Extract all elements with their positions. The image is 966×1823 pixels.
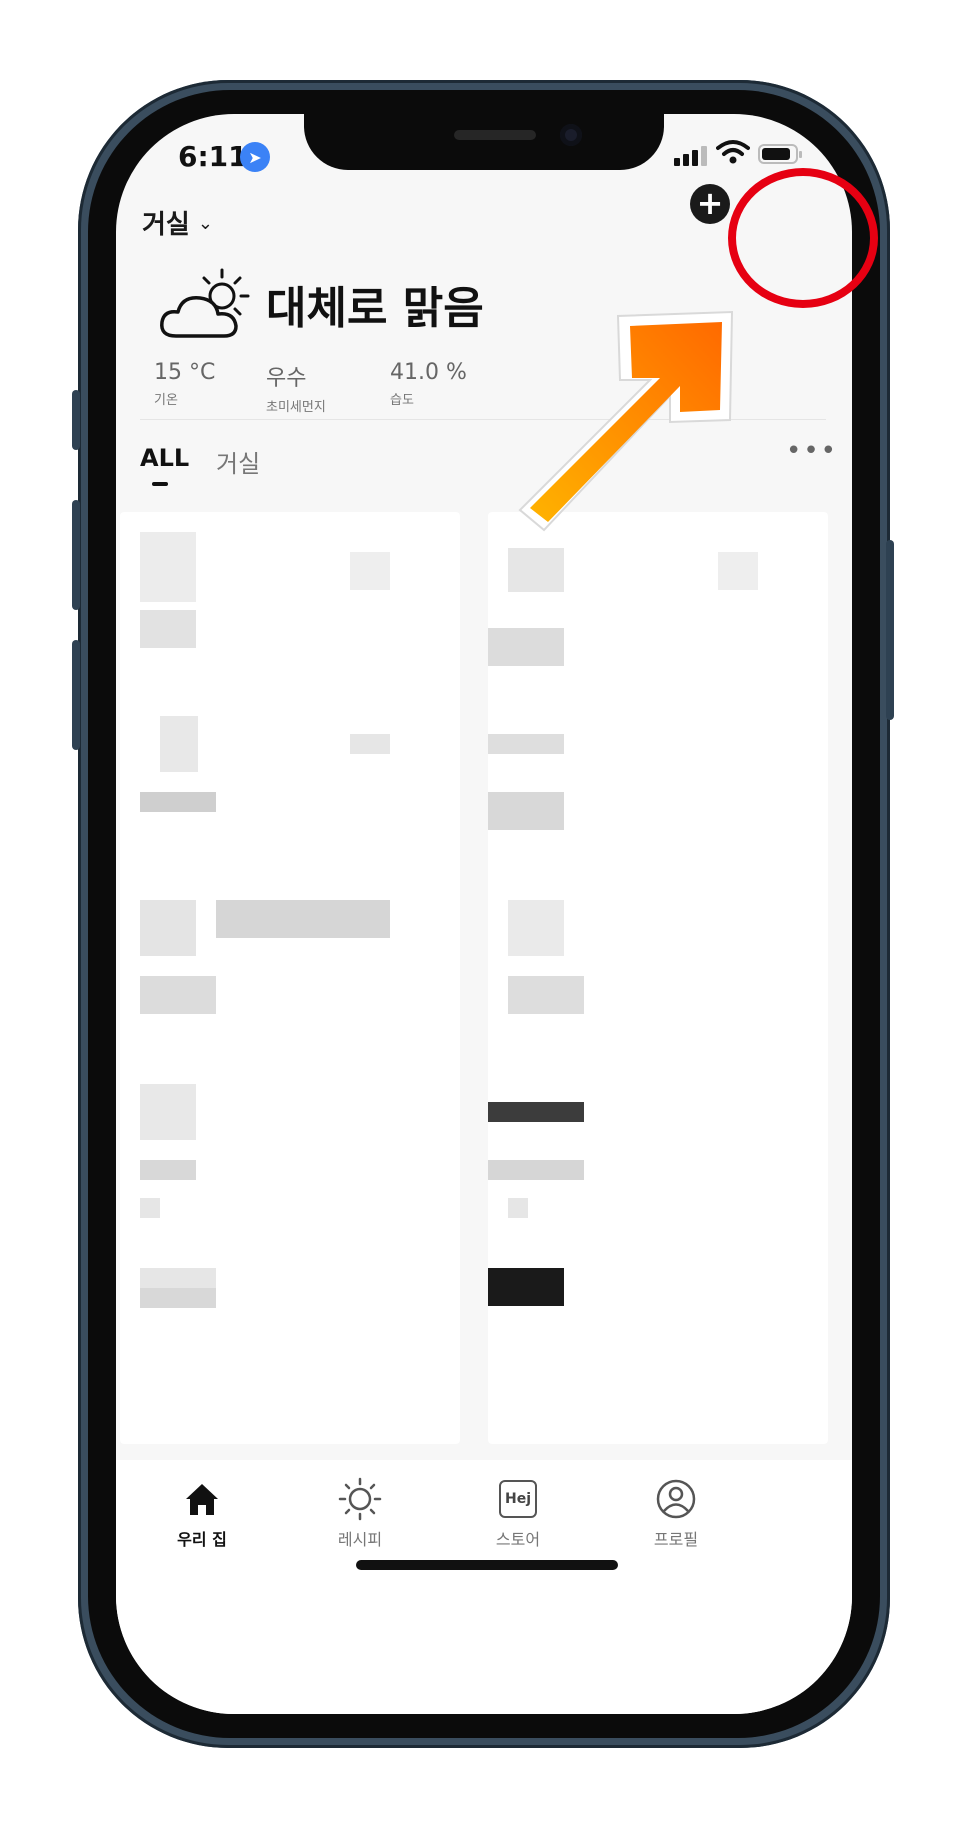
profile-icon (656, 1479, 696, 1519)
blurred-device-status (350, 552, 390, 590)
humidity-label: 습도 (390, 393, 414, 408)
device-card[interactable] (488, 880, 828, 1076)
bottom-navigation: 우리 집 레시피 Hej 스토어 프로필 (116, 1460, 852, 1714)
device-card[interactable] (488, 1064, 828, 1260)
room-selector[interactable]: 거실 ⌄ (142, 204, 213, 241)
speaker (454, 130, 536, 140)
blurred-device-name (488, 792, 564, 830)
blurred-device-icon (508, 900, 564, 956)
device-card[interactable] (120, 696, 460, 892)
tab-all[interactable]: ALL (140, 444, 189, 472)
humidity-value: 41.0 % (390, 360, 467, 385)
store-icon-text: Hej (504, 1491, 531, 1507)
nav-item-recipe[interactable]: 레시피 (300, 1476, 420, 1550)
temperature-value: 15 °C (154, 360, 216, 385)
blurred-device-icon (140, 1268, 216, 1288)
nav-label-home: 우리 집 (177, 1530, 227, 1549)
device-card[interactable] (120, 880, 460, 1076)
device-card[interactable] (488, 1248, 828, 1444)
weather-stat-humidity: 41.0 % 습도 (390, 360, 467, 408)
location-arrow-icon: ➤ (240, 142, 270, 172)
weather-stat-temperature: 15 °C 기온 (154, 360, 215, 408)
blurred-device-icon (140, 532, 196, 602)
home-indicator (356, 1560, 618, 1570)
fine-dust-label: 초미세먼지 (266, 400, 326, 415)
weather-condition: 대체로 맑음 (266, 283, 484, 334)
mute-switch (72, 390, 80, 450)
nav-item-home[interactable]: 우리 집 (142, 1476, 262, 1550)
device-card[interactable] (120, 1064, 460, 1260)
blurred-device-name (488, 1160, 584, 1180)
battery-icon (758, 144, 802, 164)
blurred-device-name (140, 1160, 196, 1180)
status-time: 6:11 (178, 140, 248, 173)
nav-item-store[interactable]: Hej 스토어 (458, 1476, 578, 1550)
volume-down-button (72, 640, 80, 750)
blurred-device-name (140, 792, 216, 812)
nav-label-profile: 프로필 (653, 1530, 699, 1549)
temperature-label: 기온 (154, 393, 178, 408)
power-button (886, 540, 894, 720)
more-options-icon[interactable]: ••• (786, 436, 838, 466)
blurred-device-icon (488, 734, 564, 754)
active-tab-indicator (152, 482, 168, 486)
partly-cloudy-icon (160, 268, 250, 338)
wifi-icon (716, 140, 750, 164)
blurred-device-name (488, 628, 564, 666)
pointer-arrow-icon (518, 310, 734, 532)
volume-up-button (72, 500, 80, 610)
blurred-device-name (508, 976, 584, 1014)
nav-item-profile[interactable]: 프로필 (616, 1476, 736, 1550)
device-card[interactable] (120, 1248, 460, 1444)
notch (304, 114, 664, 170)
front-camera (560, 124, 582, 146)
nav-label-recipe: 레시피 (337, 1530, 383, 1549)
nav-label-store: 스토어 (495, 1530, 541, 1549)
blurred-device-status (508, 1198, 528, 1218)
blurred-device-status (216, 900, 390, 938)
blurred-device-name (140, 1288, 216, 1308)
highlight-circle (728, 168, 878, 308)
blurred-device-icon (160, 716, 198, 772)
fine-dust-value: 우수 (266, 366, 307, 391)
add-device-button[interactable]: + (690, 184, 730, 224)
blurred-device-icon (488, 1102, 584, 1122)
blurred-device-status (350, 734, 390, 754)
blurred-device-status (140, 1198, 160, 1218)
chevron-down-icon: ⌄ (197, 213, 213, 234)
blurred-device-name (140, 976, 216, 1014)
blurred-device-icon (140, 900, 196, 956)
room-selector-label: 거실 (142, 210, 190, 240)
weather-stat-fine-dust: 우수 초미세먼지 (266, 360, 326, 415)
blurred-device-icon (140, 1084, 196, 1140)
device-card[interactable] (120, 512, 460, 708)
blurred-device-icon (488, 1268, 564, 1306)
tab-living-room[interactable]: 거실 (216, 444, 260, 479)
sun-icon (338, 1477, 382, 1521)
device-card[interactable] (488, 696, 828, 892)
hej-store-icon: Hej (499, 1480, 537, 1518)
home-icon (186, 1484, 218, 1515)
plus-icon: + (696, 184, 724, 222)
cellular-signal-icon (674, 144, 708, 166)
blurred-device-name (140, 610, 196, 648)
